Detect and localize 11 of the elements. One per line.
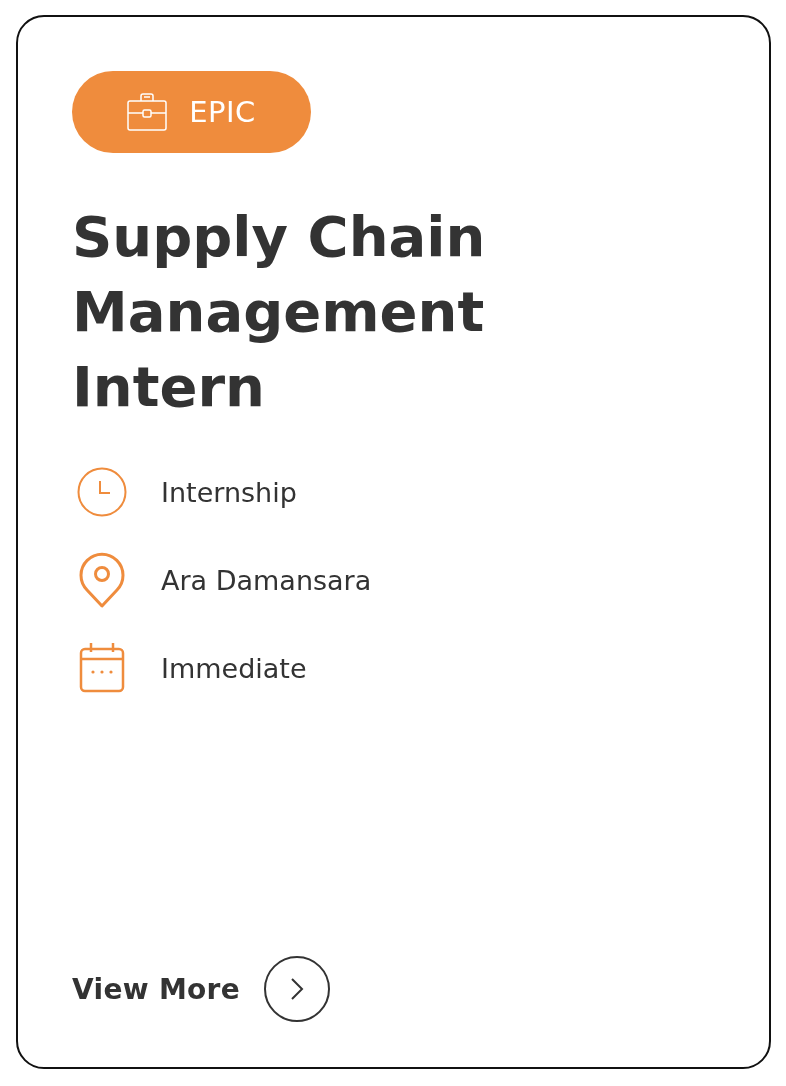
category-label: EPIC [189, 97, 256, 127]
view-more-link[interactable]: View More [72, 956, 330, 1022]
clock-icon [77, 467, 127, 517]
briefcase-icon [127, 93, 168, 131]
detail-text: Ara Damansara [161, 566, 372, 594]
detail-text: Internship [161, 478, 297, 506]
detail-text: Immediate [161, 654, 307, 682]
chevron-circle-icon [264, 956, 330, 1022]
calendar-icon [79, 643, 125, 693]
job-title: Supply Chain Management Intern [72, 203, 487, 421]
location-pin-icon [79, 552, 125, 608]
